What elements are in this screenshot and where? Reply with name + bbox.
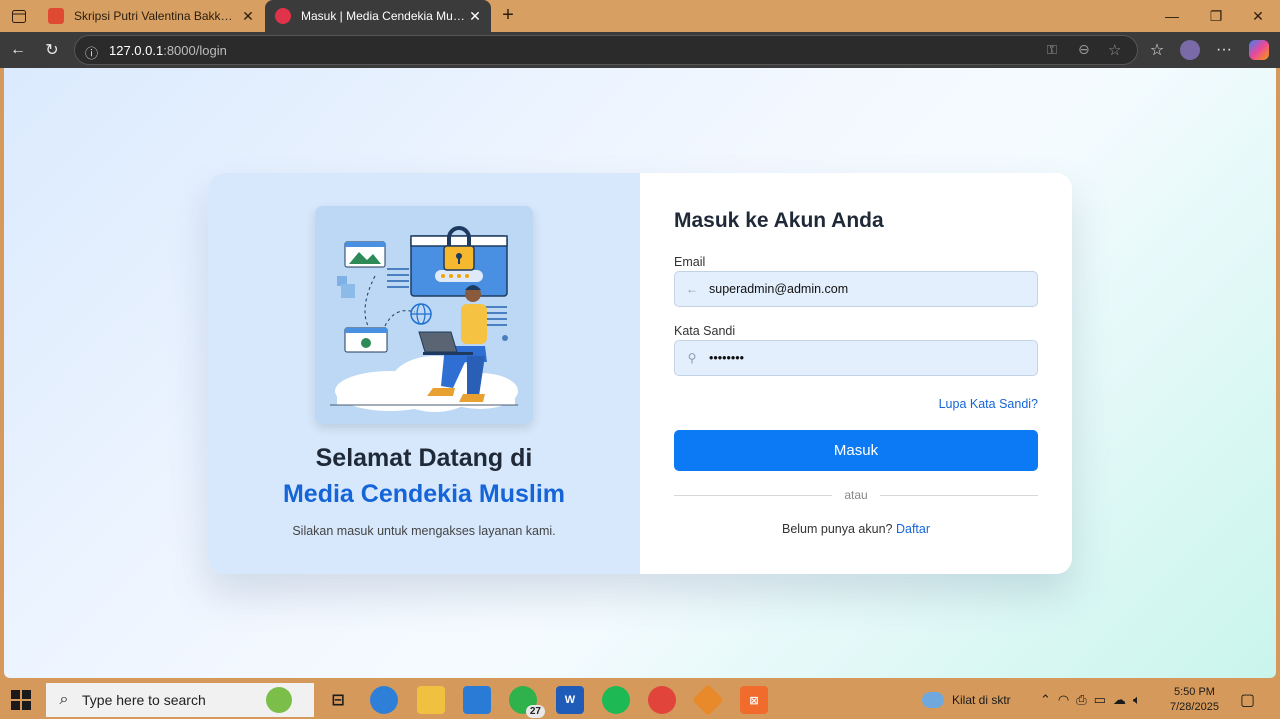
favorites-icon[interactable]: ☆ [1145, 38, 1169, 62]
clock-date: 7/28/2025 [1170, 700, 1219, 713]
brand-title: Media Cendekia Muslim [282, 480, 566, 508]
usb-icon[interactable]: ⎙ [1076, 692, 1086, 708]
minimize-button[interactable]: — [1152, 0, 1192, 32]
url-text: 127.0.0.1:8000/login [109, 43, 227, 58]
browser-toolbar: ← ↻ ⓘ 127.0.0.1:8000/login ⚿ ⊖ ☆ ☆ ··· [0, 32, 1280, 68]
welcome-panel: Selamat Datang di Media Cendekia Muslim … [208, 173, 640, 574]
profile-avatar[interactable] [1178, 38, 1202, 62]
vscode-icon[interactable] [463, 686, 491, 714]
git-icon[interactable] [692, 684, 724, 716]
close-tab-icon[interactable]: ✕ [465, 8, 485, 25]
forgot-password-link[interactable]: Lupa Kata Sandi? [939, 397, 1038, 411]
search-icon: ⌕ [59, 691, 69, 708]
taskbar-search[interactable]: ⌕ Type here to search [46, 683, 314, 717]
windows-taskbar: ⌕ Type here to search ⊟ 27 W ⊠ Kilat di … [0, 680, 1280, 719]
signup-text: Belum punya akun? [781, 522, 893, 536]
tab-title: Masuk | Media Cendekia Muslim [301, 9, 465, 23]
whatsapp-icon[interactable]: 27 [509, 686, 545, 718]
key-icon: ⚲ [687, 351, 697, 365]
email-value[interactable]: superadmin@admin.com [709, 282, 848, 296]
login-button[interactable]: Masuk [674, 430, 1038, 471]
search-placeholder: Type here to search [82, 692, 206, 708]
signup-prompt: Belum punya akun? Daftar [674, 522, 1038, 536]
key-icon[interactable]: ⚿ [1047, 42, 1057, 58]
volume-icon[interactable]: 🔈︎ [1133, 692, 1141, 708]
tab-login[interactable]: Masuk | Media Cendekia Muslim ✕ [265, 0, 491, 32]
copilot-icon[interactable] [1247, 38, 1271, 62]
pdf-file-icon [48, 8, 64, 24]
spotify-icon[interactable] [602, 686, 630, 714]
or-divider: atau [674, 487, 1038, 503]
page-viewport: Selamat Datang di Media Cendekia Muslim … [4, 68, 1276, 678]
signup-link[interactable]: Daftar [896, 522, 930, 536]
info-icon[interactable]: ⓘ [85, 43, 98, 62]
more-icon[interactable]: ··· [1212, 38, 1236, 62]
site-favicon-icon [275, 8, 291, 24]
clock[interactable]: 5:50 PM 7/28/2025 [1170, 680, 1219, 719]
login-card: Selamat Datang di Media Cendekia Muslim … [208, 173, 1072, 574]
tab-actions-icon[interactable] [8, 6, 30, 26]
refresh-icon[interactable]: ↻ [40, 38, 64, 62]
plant-icon [266, 687, 292, 713]
wifi-icon[interactable]: ◠ [1058, 692, 1069, 708]
file-explorer-icon[interactable] [417, 686, 445, 714]
browser-titlebar: Skripsi Putri Valentina Bakkara_21 ✕ Mas… [0, 0, 1280, 32]
chrome-icon[interactable] [648, 686, 676, 714]
new-tab-button[interactable]: + [496, 3, 520, 27]
password-field[interactable]: ⚲ •••••••• [674, 340, 1038, 376]
weather-cloud-icon [922, 691, 944, 708]
welcome-title: Selamat Datang di [315, 444, 533, 472]
tab-title: Skripsi Putri Valentina Bakkara_21 [74, 9, 238, 23]
favorite-star-icon[interactable]: ☆ [1108, 41, 1121, 59]
clock-time: 5:50 PM [1173, 685, 1215, 698]
close-window-button[interactable]: ✕ [1238, 0, 1278, 32]
word-icon[interactable]: W [556, 686, 584, 714]
weather-widget[interactable]: Kilat di sktr [922, 680, 1011, 719]
task-view-icon[interactable]: ⊟ [324, 686, 352, 714]
cloud-icon[interactable]: ☁ [1113, 692, 1126, 708]
xampp-icon[interactable]: ⊠ [740, 686, 768, 714]
password-value[interactable]: •••••••• [709, 351, 744, 365]
welcome-subtitle: Silakan masuk untuk mengakses layanan ka… [292, 524, 556, 538]
email-arrow-icon: ← [686, 282, 698, 296]
divider-text: atau [844, 488, 868, 502]
windows-start-icon[interactable] [10, 689, 32, 711]
address-bar[interactable]: ⓘ 127.0.0.1:8000/login ⚿ ⊖ ☆ [74, 35, 1138, 65]
battery-icon[interactable]: ▭ [1094, 692, 1106, 708]
close-tab-icon[interactable]: ✕ [238, 8, 258, 25]
password-label: Kata Sandi [674, 324, 736, 338]
whatsapp-badge: 27 [525, 705, 545, 718]
email-field[interactable]: ← superadmin@admin.com [674, 271, 1038, 307]
restore-button[interactable]: ❐ [1196, 0, 1236, 32]
zoom-icon[interactable]: ⊖ [1078, 41, 1090, 58]
security-illustration [315, 206, 533, 424]
email-label: Email [674, 255, 706, 269]
notifications-icon[interactable]: ▢ [1240, 680, 1255, 719]
tab-skripsi[interactable]: Skripsi Putri Valentina Bakkara_21 ✕ [38, 0, 264, 32]
weather-text: Kilat di sktr [952, 692, 1011, 707]
back-icon[interactable]: ← [6, 38, 30, 62]
edge-icon[interactable] [370, 686, 398, 714]
form-heading: Masuk ke Akun Anda [674, 209, 884, 232]
login-form-panel: Masuk ke Akun Anda Email ← superadmin@ad… [640, 173, 1072, 574]
chevron-up-icon[interactable]: ⌃ [1040, 692, 1051, 708]
system-tray: ⌃ ◠ ⎙ ▭ ☁ 🔈︎ [1040, 680, 1141, 719]
